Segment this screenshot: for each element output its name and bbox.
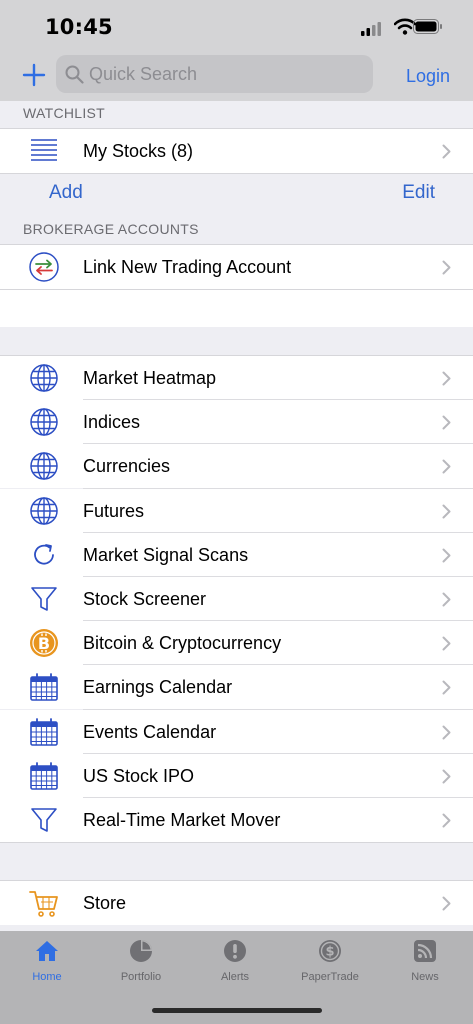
menu-item-indices[interactable]: Indices [0, 400, 473, 444]
chevron-right-icon [442, 680, 451, 695]
chevron-right-icon [442, 896, 451, 911]
tab-home-label: Home [32, 971, 62, 983]
chevron-right-icon [442, 144, 451, 159]
menu-item-bitcoin-cryptocurrency[interactable]: B Bitcoin & Cryptocurrency [0, 621, 473, 665]
menu-item-events-calendar[interactable]: Events Calendar [0, 710, 473, 754]
chevron-right-icon [442, 725, 451, 740]
rss-icon [414, 940, 436, 962]
chevron-right-icon [442, 769, 451, 784]
alert-icon [224, 940, 246, 962]
watchlist-header: WATCHLIST [23, 105, 106, 121]
chevron-right-icon [442, 548, 451, 563]
status-bar: 10:45 [0, 0, 473, 52]
brokerage-header: BROKERAGE ACCOUNTS [23, 221, 199, 237]
search-input[interactable]: Quick Search [56, 55, 373, 93]
bitcoin-icon: B [30, 629, 58, 657]
chevron-right-icon [442, 371, 451, 386]
menu-item-currencies[interactable]: Currencies [0, 444, 473, 488]
chevron-right-icon [442, 592, 451, 607]
menu-item-market-signal-scans[interactable]: Market Signal Scans [0, 533, 473, 577]
search-icon [65, 65, 84, 84]
add-icon[interactable] [21, 62, 47, 88]
menu-item-label: Stock Screener [83, 589, 207, 609]
login-button[interactable]: Login [406, 66, 450, 87]
calendar-icon [30, 718, 58, 746]
home-indicator [152, 1008, 322, 1013]
calendar-icon [30, 673, 58, 701]
home-icon [36, 941, 58, 961]
globe-icon [30, 364, 58, 392]
menu-item-label: Bitcoin & Cryptocurrency [83, 633, 282, 653]
navigation-bar: Quick Search Login [0, 52, 473, 101]
link-trading-account-row[interactable]: Link New Trading Account [0, 245, 473, 289]
list-icon [31, 139, 57, 161]
empty-row [0, 290, 473, 327]
globe-icon [30, 497, 58, 525]
tab-news[interactable]: News [378, 931, 472, 991]
cart-icon [29, 891, 58, 917]
tab-home[interactable]: Home [0, 931, 94, 991]
refresh-icon [34, 544, 54, 565]
funnel-icon [31, 587, 57, 611]
chevron-right-icon [442, 260, 451, 275]
menu-item-label: Market Heatmap [83, 368, 217, 388]
store-label: Store [83, 893, 127, 913]
pie-chart-icon [130, 940, 152, 962]
dollar-icon: $ [319, 940, 341, 962]
menu-item-label: Indices [83, 412, 141, 432]
chevron-right-icon [442, 636, 451, 651]
menu-item-stock-screener[interactable]: Stock Screener [0, 577, 473, 621]
menu-item-label: Futures [83, 501, 145, 521]
store-row[interactable]: Store [0, 881, 473, 925]
menu-item-label: Earnings Calendar [83, 677, 233, 697]
tab-alerts[interactable]: Alerts [188, 931, 282, 991]
link-trading-account-label: Link New Trading Account [83, 257, 292, 277]
globe-icon [30, 408, 58, 436]
chevron-right-icon [442, 504, 451, 519]
svg-text:$: $ [325, 945, 334, 960]
add-watchlist-button[interactable]: Add [49, 182, 83, 204]
menu-item-label: Market Signal Scans [83, 545, 249, 565]
menu-item-earnings-calendar[interactable]: Earnings Calendar [0, 665, 473, 709]
edit-watchlist-button[interactable]: Edit [402, 182, 435, 204]
chevron-right-icon [442, 813, 451, 828]
tab-alerts-label: Alerts [220, 971, 250, 983]
search-placeholder: Quick Search [89, 64, 198, 84]
menu-item-market-heatmap[interactable]: Market Heatmap [0, 356, 473, 400]
menu-item-label: US Stock IPO [83, 766, 195, 786]
menu-item-us-stock-ipo[interactable]: US Stock IPO [0, 754, 473, 798]
transfer-icon [29, 252, 59, 282]
globe-icon [30, 452, 58, 480]
tab-portfolio-label: Portfolio [120, 971, 162, 983]
watchlist-item-label: My Stocks (8) [83, 141, 194, 161]
status-time: 10:45 [45, 15, 113, 39]
tab-papertrade-label: PaperTrade [301, 971, 359, 983]
divider [0, 842, 473, 843]
menu-item-label: Events Calendar [83, 722, 217, 742]
battery-icon [413, 19, 442, 34]
divider [0, 173, 473, 174]
svg-text:B: B [38, 634, 50, 653]
signal-icon [361, 22, 381, 36]
funnel-icon [31, 808, 57, 832]
menu-item-real-time-market-mover[interactable]: Real-Time Market Mover [0, 798, 473, 842]
watchlist-item-my-stocks[interactable]: My Stocks (8) [0, 129, 473, 173]
tab-news-label: News [411, 971, 439, 983]
calendar-icon [30, 762, 58, 790]
chevron-right-icon [442, 415, 451, 430]
tab-papertrade[interactable]: $ PaperTrade [283, 931, 377, 991]
menu-item-label: Real-Time Market Mover [83, 810, 281, 830]
menu-item-futures[interactable]: Futures [0, 489, 473, 533]
menu-item-label: Currencies [83, 456, 171, 476]
tab-portfolio[interactable]: Portfolio [94, 931, 188, 991]
chevron-right-icon [442, 459, 451, 474]
